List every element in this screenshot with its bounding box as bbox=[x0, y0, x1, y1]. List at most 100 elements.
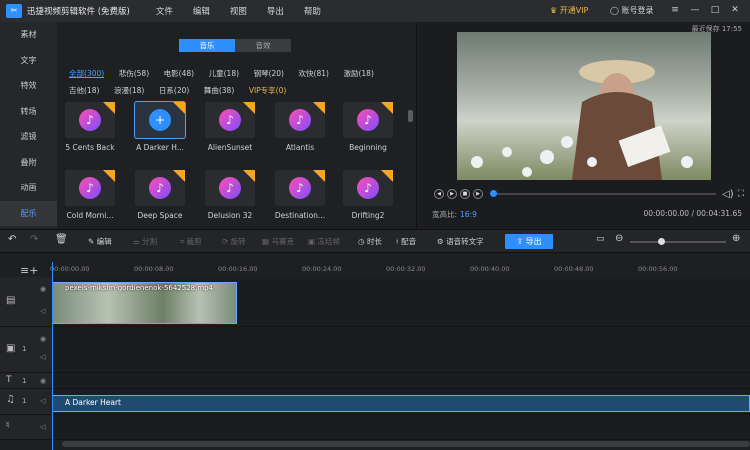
zoom-in-icon[interactable]: ⊕ bbox=[732, 233, 740, 244]
rotate-button[interactable]: ⟳ 旋转 bbox=[222, 236, 246, 247]
undo-icon[interactable]: ↶ bbox=[8, 234, 16, 245]
speaker-icon[interactable]: ◁ bbox=[40, 423, 45, 431]
volume-icon[interactable]: ◁) bbox=[722, 189, 734, 200]
music-item[interactable]: + A Darker H... bbox=[134, 101, 186, 152]
download-icon[interactable] bbox=[243, 170, 255, 182]
play-icon[interactable]: ▶ bbox=[447, 189, 457, 199]
stop-icon[interactable]: ■ bbox=[460, 189, 470, 199]
zoom-slider[interactable] bbox=[630, 238, 726, 245]
aspect-value[interactable]: 16:9 bbox=[460, 210, 477, 219]
vip-button[interactable]: ♛ 开通VIP bbox=[550, 5, 588, 16]
category-inspire[interactable]: 激励(18) bbox=[343, 65, 373, 82]
menu-view[interactable]: 视图 bbox=[230, 5, 247, 17]
nav-item-transitions[interactable]: 转场 bbox=[0, 99, 57, 125]
menu-export[interactable]: 导出 bbox=[267, 5, 284, 17]
edit-button[interactable]: ✎ 编辑 bbox=[88, 236, 112, 247]
menu-file[interactable]: 文件 bbox=[156, 5, 173, 17]
download-icon[interactable] bbox=[243, 102, 255, 114]
download-icon[interactable] bbox=[313, 170, 325, 182]
category-romance[interactable]: 浪漫(18) bbox=[114, 82, 144, 99]
minimize-icon[interactable]: — bbox=[688, 4, 702, 16]
nav-item-material[interactable]: 素材 bbox=[0, 22, 57, 48]
zoom-out-icon[interactable]: ⊖ bbox=[615, 233, 623, 244]
download-icon[interactable] bbox=[173, 170, 185, 182]
category-guitar[interactable]: 吉他(18) bbox=[69, 82, 99, 99]
tab-music[interactable]: 音乐 bbox=[179, 39, 235, 52]
close-icon[interactable]: ✕ bbox=[728, 4, 742, 16]
menu-edit[interactable]: 编辑 bbox=[193, 5, 210, 17]
freeze-frame-button[interactable]: ▣ 冻结帧 bbox=[308, 236, 340, 247]
eye-icon[interactable]: ◉ bbox=[40, 377, 46, 385]
step-forward-icon[interactable]: ▶ bbox=[473, 189, 483, 199]
tab-sound-effects[interactable]: 音效 bbox=[235, 39, 291, 52]
category-movie[interactable]: 电影(48) bbox=[164, 65, 194, 82]
nav-item-text[interactable]: 文字 bbox=[0, 48, 57, 74]
export-button[interactable]: ⇪ 导出 bbox=[505, 234, 553, 249]
eye-icon[interactable]: ◉ bbox=[40, 335, 46, 343]
library-scrollbar[interactable] bbox=[408, 110, 413, 122]
playhead[interactable] bbox=[52, 262, 53, 450]
playback-progress[interactable] bbox=[490, 190, 717, 197]
download-icon[interactable] bbox=[103, 170, 115, 182]
download-icon[interactable] bbox=[313, 102, 325, 114]
video-clip[interactable]: pexels-miksim-gordienenok-5642528.mp4 bbox=[52, 282, 237, 324]
speaker-icon[interactable]: ◁ bbox=[40, 397, 45, 405]
nav-item-music[interactable]: 配乐 bbox=[0, 200, 57, 226]
fullscreen-icon[interactable]: ⛶ bbox=[738, 189, 744, 199]
category-piano[interactable]: 钢琴(20) bbox=[254, 65, 284, 82]
maximize-icon[interactable]: □ bbox=[708, 4, 722, 16]
music-item[interactable]: ♪ Destination... bbox=[275, 170, 325, 220]
export-label: 导出 bbox=[525, 237, 542, 246]
dub-button[interactable]: ♮ 配音 bbox=[396, 236, 416, 247]
speaker-icon[interactable]: ◁ bbox=[40, 307, 45, 315]
music-item[interactable]: ♪ 5 Cents Back bbox=[65, 102, 115, 152]
crop-button[interactable]: ⌗ 裁剪 bbox=[180, 236, 202, 247]
category-vip[interactable]: VIP专享(0) bbox=[249, 82, 287, 99]
timeline-scrollbar[interactable] bbox=[62, 441, 750, 447]
category-kids[interactable]: 儿童(18) bbox=[209, 65, 239, 82]
text-track-lane bbox=[52, 373, 750, 389]
music-note-icon: ♪ bbox=[289, 109, 311, 131]
music-item[interactable]: ♪ Drifting2 bbox=[343, 170, 393, 220]
category-all[interactable]: 全部(300) bbox=[69, 65, 104, 82]
music-note-icon: ♪ bbox=[149, 177, 171, 199]
nav-item-filters[interactable]: 滤镜 bbox=[0, 124, 57, 150]
step-back-icon[interactable]: ◀ bbox=[434, 189, 444, 199]
music-item[interactable]: ♪ Deep Space bbox=[135, 170, 185, 220]
download-icon[interactable] bbox=[173, 102, 185, 114]
music-item[interactable]: ♪ Cold Morni... bbox=[65, 170, 115, 220]
add-track-icon[interactable]: ≡+ bbox=[20, 264, 38, 277]
progress-handle[interactable] bbox=[490, 190, 497, 197]
zoom-handle[interactable] bbox=[658, 238, 665, 245]
delete-icon[interactable]: 🗑 bbox=[55, 234, 68, 245]
split-button[interactable]: ⚌ 分割 bbox=[133, 236, 157, 247]
nav-item-effects[interactable]: 特效 bbox=[0, 73, 57, 99]
download-icon[interactable] bbox=[103, 102, 115, 114]
category-happy[interactable]: 欢快(81) bbox=[299, 65, 329, 82]
category-japanese[interactable]: 日系(20) bbox=[159, 82, 189, 99]
track-number: 1 bbox=[22, 377, 27, 385]
fit-icon[interactable]: ▭ bbox=[596, 234, 605, 244]
audio-clip[interactable]: A Darker Heart bbox=[52, 395, 750, 412]
tts-label: 语音转文字 bbox=[446, 237, 484, 246]
crown-icon: ♛ bbox=[550, 6, 560, 15]
download-icon[interactable] bbox=[381, 170, 393, 182]
eye-icon[interactable]: ◉ bbox=[40, 285, 46, 293]
redo-icon[interactable]: ↷ bbox=[30, 234, 38, 245]
duration-button[interactable]: ◷ 时长 bbox=[358, 236, 382, 247]
music-item[interactable]: ♪ AlienSunset bbox=[205, 102, 255, 152]
menu-help[interactable]: 帮助 bbox=[304, 5, 321, 17]
login-button[interactable]: ◯ 账号登录 bbox=[610, 5, 654, 16]
music-item[interactable]: ♪ Atlantis bbox=[275, 102, 325, 152]
music-item[interactable]: ♪ Beginning bbox=[343, 102, 393, 152]
nav-item-overlay[interactable]: 叠附 bbox=[0, 150, 57, 176]
mosaic-button[interactable]: ▦ 马赛克 bbox=[262, 236, 294, 247]
category-sad[interactable]: 悲伤(58) bbox=[119, 65, 149, 82]
menu-icon[interactable]: ≡ bbox=[668, 4, 682, 16]
speech-to-text-button[interactable]: ⚙ 语音转文字 bbox=[437, 236, 484, 247]
category-dance[interactable]: 舞曲(38) bbox=[204, 82, 234, 99]
download-icon[interactable] bbox=[381, 102, 393, 114]
speaker-icon[interactable]: ◁ bbox=[40, 353, 45, 361]
nav-item-animation[interactable]: 动画 bbox=[0, 175, 57, 201]
music-item[interactable]: ♪ Delusion 32 bbox=[205, 170, 255, 220]
